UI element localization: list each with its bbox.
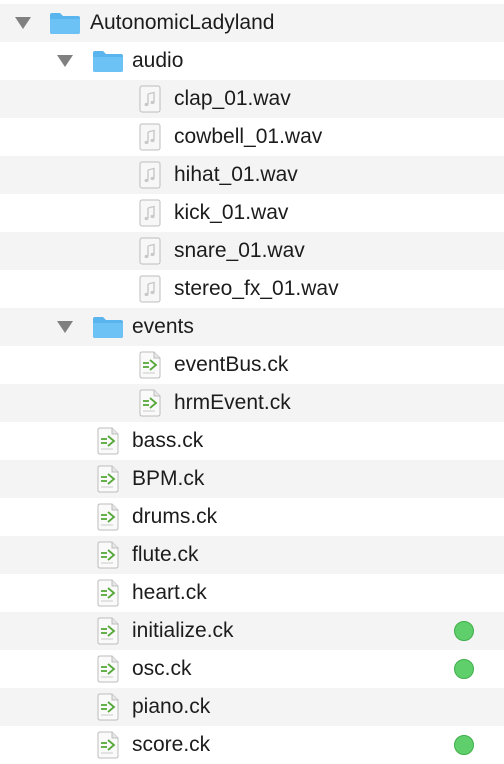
tree-row-folder-audio[interactable]: audio [0, 42, 504, 80]
folder-icon [92, 42, 124, 80]
tree-row-file[interactable]: clap_01.wav [0, 80, 504, 118]
chuck-file-icon [134, 384, 166, 422]
chuck-file-icon [92, 422, 124, 460]
tree-row-file[interactable]: kick_01.wav [0, 194, 504, 232]
tree-row-file[interactable]: stereo_fx_01.wav [0, 270, 504, 308]
status-dot-icon [454, 659, 474, 679]
chuck-file-icon [92, 612, 124, 650]
file-name: hihat_01.wav [174, 163, 298, 186]
audio-file-icon [134, 270, 166, 308]
audio-file-icon [134, 80, 166, 118]
tree-row-file[interactable]: bass.ck [0, 422, 504, 460]
tree-row-folder-events[interactable]: events [0, 308, 504, 346]
tree-row-file[interactable]: flute.ck [0, 536, 504, 574]
chuck-file-icon [92, 726, 124, 764]
folder-icon [92, 308, 124, 346]
tree-row-file[interactable]: cowbell_01.wav [0, 118, 504, 156]
chuck-file-icon [92, 536, 124, 574]
tree-row-file[interactable]: piano.ck [0, 688, 504, 726]
disclosure-triangle-icon[interactable] [54, 308, 76, 346]
chuck-file-icon [92, 498, 124, 536]
chuck-file-icon [92, 688, 124, 726]
tree-row-file[interactable]: osc.ck [0, 650, 504, 688]
tree-row-file[interactable]: snare_01.wav [0, 232, 504, 270]
file-name: score.ck [132, 733, 211, 756]
chuck-file-icon [92, 650, 124, 688]
tree-row-file[interactable]: eventBus.ck [0, 346, 504, 384]
file-name: flute.ck [132, 543, 199, 566]
audio-file-icon [134, 118, 166, 156]
tree-row-file[interactable]: hrmEvent.ck [0, 384, 504, 422]
file-name: heart.ck [132, 581, 207, 604]
folder-name: audio [132, 49, 184, 72]
file-name: BPM.ck [132, 467, 205, 490]
folder-name: AutonomicLadyland [90, 11, 275, 34]
file-tree: AutonomicLadyland audio clap_01.wav cowb… [0, 0, 504, 764]
file-name: cowbell_01.wav [174, 125, 323, 148]
file-name: initialize.ck [132, 619, 234, 642]
tree-row-root-folder[interactable]: AutonomicLadyland [0, 4, 504, 42]
file-name: clap_01.wav [174, 87, 291, 110]
tree-row-file[interactable]: heart.ck [0, 574, 504, 612]
tree-row-file[interactable]: BPM.ck [0, 460, 504, 498]
file-name: drums.ck [132, 505, 218, 528]
disclosure-triangle-icon[interactable] [54, 42, 76, 80]
file-name: kick_01.wav [174, 201, 289, 224]
chuck-file-icon [134, 346, 166, 384]
folder-icon [48, 4, 82, 42]
tree-row-file[interactable]: score.ck [0, 726, 504, 764]
file-name: snare_01.wav [174, 239, 305, 262]
file-name: hrmEvent.ck [174, 391, 291, 414]
chuck-file-icon [92, 574, 124, 612]
chuck-file-icon [92, 460, 124, 498]
tree-row-file[interactable]: initialize.ck [0, 612, 504, 650]
file-name: stereo_fx_01.wav [174, 277, 339, 300]
disclosure-triangle-icon[interactable] [12, 4, 34, 42]
file-name: bass.ck [132, 429, 204, 452]
audio-file-icon [134, 156, 166, 194]
status-dot-icon [454, 735, 474, 755]
audio-file-icon [134, 194, 166, 232]
folder-name: events [132, 315, 194, 338]
file-name: piano.ck [132, 695, 211, 718]
status-dot-icon [454, 621, 474, 641]
file-name: eventBus.ck [174, 353, 289, 376]
tree-row-file[interactable]: hihat_01.wav [0, 156, 504, 194]
tree-row-file[interactable]: drums.ck [0, 498, 504, 536]
file-name: osc.ck [132, 657, 192, 680]
audio-file-icon [134, 232, 166, 270]
